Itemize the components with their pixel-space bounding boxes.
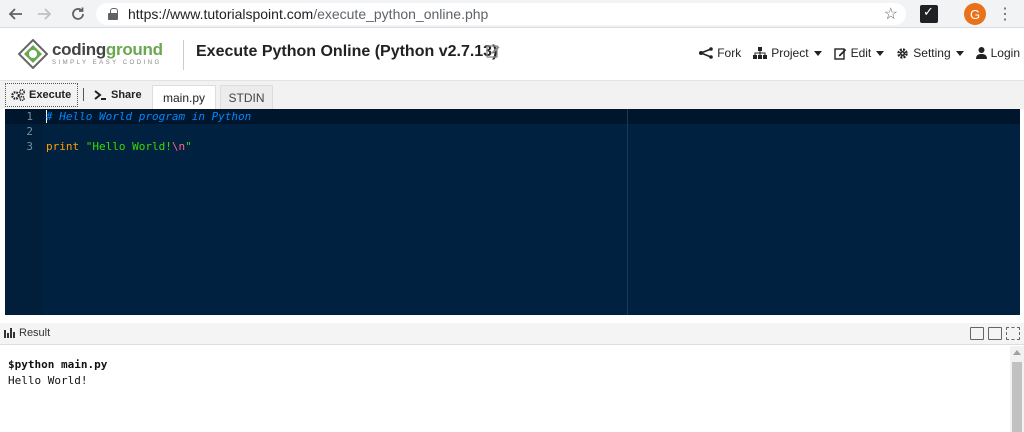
fork-icon: [699, 47, 714, 59]
gears-icon: [11, 89, 25, 101]
project-menu[interactable]: Project: [753, 46, 822, 60]
profile-avatar[interactable]: G: [964, 3, 986, 25]
result-output: $python main.py Hello World!: [0, 346, 1008, 432]
collapse-horizontal-icon[interactable]: [970, 327, 984, 340]
login-menu[interactable]: Login: [975, 46, 1020, 60]
edit-label: Edit: [850, 46, 872, 60]
codingground-logo[interactable]: codingground SIMPLY EASY CODING: [18, 39, 163, 69]
arrow-left-icon: [8, 7, 22, 20]
output-text: Hello World!: [8, 374, 88, 387]
logo-tagline: SIMPLY EASY CODING: [52, 60, 162, 66]
code-line-comment: # Hello World program in Python: [46, 110, 252, 123]
line-number: 3: [26, 140, 33, 153]
output-command: $python main.py: [8, 358, 108, 371]
toolbar-separator: [83, 88, 84, 101]
tab-stdin[interactable]: STDIN: [220, 85, 273, 109]
share-label: Share: [111, 89, 142, 101]
output-scrollbar[interactable]: [1010, 346, 1024, 432]
terminal-prompt-icon: [94, 90, 106, 100]
back-button[interactable]: [2, 0, 30, 28]
logo-name-part-2: ground: [105, 40, 163, 59]
result-window-controls: [966, 327, 1020, 340]
address-bar[interactable]: https://www.tutorialspoint.com/execute_p…: [96, 3, 906, 25]
edit-title-icon[interactable]: [486, 44, 500, 58]
string-token: "Hello World!: [85, 140, 172, 153]
url-path: /execute_python_online.php: [313, 6, 489, 22]
logo-name-part-1: coding: [52, 40, 106, 59]
reload-button[interactable]: [64, 0, 92, 28]
share-button[interactable]: Share: [94, 83, 142, 107]
top-menu: Fork Project Edit Setting Login: [687, 46, 1020, 60]
browser-toolbar: https://www.tutorialspoint.com/execute_p…: [0, 0, 1024, 28]
caret-down-icon: [813, 50, 822, 56]
url-host: https://www.tutorialspoint.com: [128, 6, 314, 22]
keyword-token: print: [46, 140, 80, 153]
gear-icon: [897, 47, 908, 59]
sitemap-icon: [753, 47, 768, 59]
string-close-token: ": [185, 140, 192, 153]
edit-menu[interactable]: Edit: [833, 46, 885, 60]
result-label: Result: [19, 327, 51, 339]
setting-label: Setting: [913, 46, 951, 60]
extension-icon[interactable]: [920, 4, 938, 23]
line-number: 1: [26, 110, 33, 123]
page-title: Execute Python Online (Python v2.7.13): [196, 43, 498, 60]
execute-button[interactable]: Execute: [5, 83, 78, 107]
result-header: Result: [0, 323, 1024, 345]
arrow-right-icon: [38, 7, 52, 20]
project-label: Project: [771, 46, 809, 60]
bar-chart-icon: [4, 328, 15, 338]
code-line-print: print "Hello World!\n": [46, 140, 192, 153]
header-divider: [183, 40, 184, 70]
code-editor[interactable]: 1 2 3 # Hello World program in Python pr…: [5, 109, 1020, 315]
editor-toolbar: Execute Share main.py STDIN: [0, 81, 1024, 109]
logo-name: codingground: [52, 41, 163, 59]
caret-down-icon: [955, 50, 964, 56]
forward-button[interactable]: [30, 0, 58, 28]
edit-icon: [833, 47, 846, 60]
bookmark-star-icon[interactable]: ☆: [884, 4, 898, 24]
app-header: codingground SIMPLY EASY CODING Execute …: [0, 28, 1024, 81]
login-label: Login: [990, 46, 1020, 60]
print-margin: [627, 109, 628, 315]
reload-icon: [72, 7, 84, 20]
scrollbar-thumb[interactable]: [1012, 362, 1022, 432]
collapse-vertical-icon[interactable]: [988, 327, 1002, 340]
scroll-up-icon[interactable]: [1013, 350, 1021, 355]
browser-menu-icon[interactable]: ⋮: [997, 3, 1013, 25]
execute-label: Execute: [29, 89, 72, 101]
line-number: 2: [26, 125, 33, 138]
url-text: https://www.tutorialspoint.com/execute_p…: [128, 6, 488, 22]
logo-text: codingground SIMPLY EASY CODING: [52, 41, 163, 67]
fork-label: Fork: [717, 46, 742, 60]
result-title: Result: [4, 327, 50, 339]
user-icon: [975, 47, 987, 59]
setting-menu[interactable]: Setting: [896, 46, 964, 60]
logo-icon: [18, 39, 48, 69]
fork-menu[interactable]: Fork: [699, 46, 741, 60]
lock-icon: [108, 8, 118, 20]
tab-main-py[interactable]: main.py: [152, 85, 216, 109]
caret-down-icon: [876, 50, 885, 56]
escape-token: \n: [171, 140, 186, 153]
expand-icon[interactable]: [1006, 327, 1020, 340]
